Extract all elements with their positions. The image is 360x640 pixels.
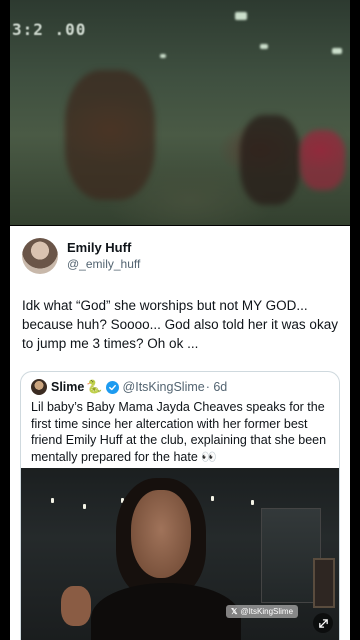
ceiling-light — [251, 500, 254, 505]
person-face — [131, 490, 191, 578]
ceiling-light — [235, 12, 247, 20]
quote-text: Lil baby’s Baby Mama Jayda Cheaves speak… — [31, 400, 327, 464]
author-name[interactable]: Emily Huff — [67, 240, 140, 256]
snake-emoji: 🐍 — [86, 379, 103, 394]
ceiling-light — [260, 44, 268, 49]
quote-author-name[interactable]: Slime — [51, 380, 84, 394]
ceiling-light — [211, 496, 214, 501]
ceiling-light — [332, 48, 342, 54]
watermark-text: @ItsKingSlime — [240, 607, 294, 616]
tweet-text: Idk what “God” she worships but not MY G… — [22, 298, 338, 351]
video-timestamp: 3:2 .00 — [12, 20, 87, 39]
quote-time: · 6d — [205, 380, 228, 394]
ceiling-light — [51, 498, 54, 503]
x-logo-icon: 𝕏 — [231, 607, 238, 616]
verified-badge-icon — [105, 380, 119, 394]
quote-avatar[interactable] — [31, 379, 47, 395]
background-window — [261, 508, 321, 603]
author-handle[interactable]: @_emily_huff — [67, 256, 140, 272]
person-hand — [61, 586, 91, 626]
blurred-figure — [300, 130, 345, 190]
quote-video[interactable]: 𝕏 @ItsKingSlime — [21, 468, 339, 640]
tweet-author[interactable]: Emily Huff @_emily_huff — [22, 236, 338, 276]
ceiling-light — [160, 54, 166, 58]
video-watermark: 𝕏 @ItsKingSlime — [226, 605, 299, 618]
blurred-figure — [240, 115, 300, 205]
ceiling-light — [83, 504, 86, 509]
picture-frame — [313, 558, 335, 608]
avatar[interactable] — [22, 238, 58, 274]
tweet-card[interactable]: Emily Huff @_emily_huff Idk what “God” s… — [10, 226, 350, 640]
quoted-tweet[interactable]: Slime 🐍 @ItsKingSlime · 6d Lil baby’s Ba… — [20, 371, 340, 640]
quote-handle[interactable]: @ItsKingSlime — [123, 380, 205, 394]
club-video-frame[interactable]: 3:2 .00 — [10, 0, 350, 225]
blurred-figure — [65, 70, 155, 200]
person-body — [91, 583, 241, 640]
expand-icon[interactable] — [313, 613, 333, 633]
